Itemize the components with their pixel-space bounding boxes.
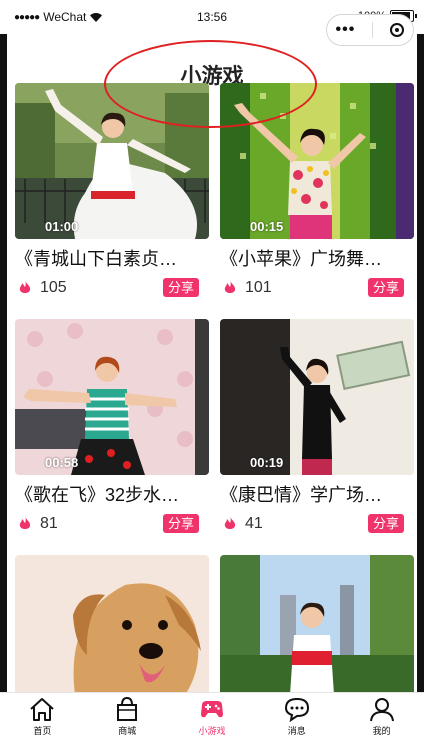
video-duration: 01:00 [45, 219, 79, 234]
video-thumbnail[interactable] [15, 555, 209, 695]
user-icon [369, 698, 394, 722]
dancer-white-dress-image [15, 83, 209, 239]
tab-games[interactable]: 小游戏 [170, 693, 255, 741]
video-meta: 41 分享 [220, 513, 414, 535]
video-title[interactable]: 《歌在飞》32步水… [15, 483, 195, 507]
chat-bubble-icon [284, 697, 309, 722]
capsule-divider [372, 22, 374, 38]
video-card[interactable]: 01:00 《青城山下白素贞… 105 分享 [15, 83, 209, 299]
more-dots-icon[interactable]: ••• [336, 22, 356, 38]
video-card[interactable]: 00:58 《歌在飞》32步水… 81 分享 [15, 319, 209, 535]
video-title[interactable]: 《康巴情》学广场… [220, 483, 400, 507]
video-meta: 81 分享 [15, 513, 209, 535]
tab-label: 我的 [372, 726, 391, 736]
like-count: 41 [245, 515, 263, 532]
video-meta: 105 分享 [15, 277, 209, 299]
target-icon[interactable] [390, 23, 405, 37]
flame-icon [224, 516, 236, 529]
share-button[interactable]: 分享 [367, 514, 404, 533]
video-title[interactable]: 《小苹果》广场舞… [220, 247, 400, 271]
flame-icon [19, 280, 31, 293]
video-title[interactable]: 《青城山下白素贞… [15, 247, 195, 271]
device-edge-left [0, 0, 7, 741]
video-meta: 101 分享 [220, 277, 414, 299]
like-count: 101 [245, 279, 272, 296]
tab-label: 首页 [33, 726, 52, 736]
share-button[interactable]: 分享 [162, 278, 199, 297]
device-edge-right [417, 0, 424, 741]
video-card[interactable]: 00:15 《小苹果》广场舞… 101 分享 [220, 83, 414, 299]
video-card[interactable] [220, 555, 414, 695]
video-thumbnail[interactable]: 01:00 [15, 83, 209, 239]
tab-mall[interactable]: 商城 [85, 693, 170, 741]
video-thumbnail[interactable]: 00:19 [220, 319, 414, 475]
dancer-black-top-image [220, 319, 414, 475]
gamepad-icon [200, 701, 223, 718]
dancer-striped-top-image [15, 319, 209, 475]
tab-label: 小游戏 [198, 726, 226, 736]
video-card[interactable] [15, 555, 209, 695]
video-thumbnail[interactable]: 00:15 [220, 83, 414, 239]
share-button[interactable]: 分享 [367, 278, 404, 297]
shopping-bag-icon [117, 696, 138, 721]
dancer-floral-top-image [220, 83, 414, 239]
video-duration: 00:58 [45, 455, 79, 470]
tab-bar: 首页 商城 小游戏 消息 我的 [0, 692, 424, 741]
dancer-outdoor-image [220, 555, 414, 695]
like-count: 105 [40, 279, 67, 296]
share-button[interactable]: 分享 [162, 514, 199, 533]
tab-profile[interactable]: 我的 [339, 693, 424, 741]
like-count: 81 [40, 515, 58, 532]
flame-icon [224, 280, 236, 293]
capsule-menu: ••• [326, 14, 414, 46]
tab-home[interactable]: 首页 [0, 693, 85, 741]
tab-messages[interactable]: 消息 [254, 693, 339, 741]
video-card[interactable]: 00:19 《康巴情》学广场… 41 分享 [220, 319, 414, 535]
golden-retriever-image [15, 555, 209, 695]
video-duration: 00:19 [250, 455, 284, 470]
video-thumbnail[interactable]: 00:58 [15, 319, 209, 475]
tab-label: 商城 [118, 726, 137, 736]
home-icon [30, 698, 55, 721]
tab-label: 消息 [287, 726, 306, 736]
flame-icon [19, 516, 31, 529]
video-thumbnail[interactable] [220, 555, 414, 695]
video-duration: 00:15 [250, 219, 284, 234]
